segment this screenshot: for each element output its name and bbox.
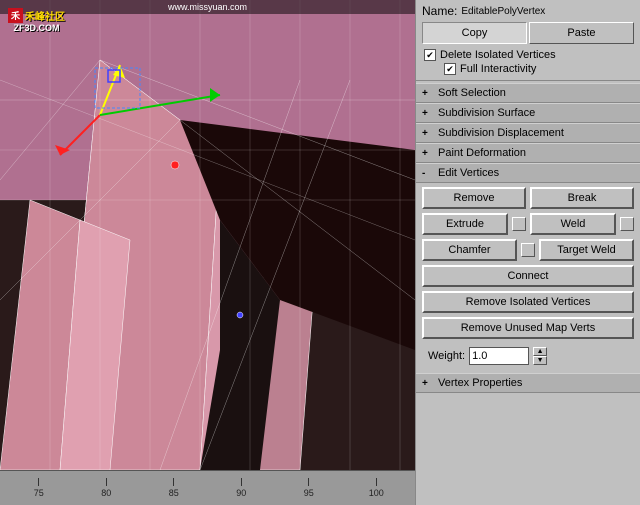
name-value: EditablePolyVertex <box>461 6 545 17</box>
full-interactivity-label: Full Interactivity <box>460 63 536 75</box>
delete-isolated-checkbox[interactable]: ✔ <box>424 49 436 61</box>
edit-vertices-section: Remove Break Extrude Weld Chamfer Target… <box>416 183 640 373</box>
subdivision-surface-title: Subdivision Surface <box>438 107 535 119</box>
paint-deformation-header[interactable]: + Paint Deformation <box>416 143 640 163</box>
edit-vertices-header[interactable]: - Edit Vertices <box>416 163 640 183</box>
weld-button[interactable]: Weld <box>530 213 616 235</box>
weight-label: Weight: <box>428 350 465 362</box>
soft-selection-title: Soft Selection <box>438 87 506 99</box>
subdivision-surface-toggle: + <box>422 108 432 119</box>
ruler-tick-90: 90 <box>208 478 276 498</box>
soft-selection-toggle: + <box>422 88 432 99</box>
remove-unused-button[interactable]: Remove Unused Map Verts <box>422 317 634 339</box>
paint-deformation-toggle: + <box>422 148 432 159</box>
weight-up-button[interactable]: ▲ <box>533 347 547 356</box>
full-interactivity-row: ✔ Full Interactivity <box>424 62 632 76</box>
full-interactivity-checkbox[interactable]: ✔ <box>444 63 456 75</box>
target-weld-button[interactable]: Target Weld <box>539 239 634 261</box>
subdivision-displacement-header[interactable]: + Subdivision Displacement <box>416 123 640 143</box>
chamfer-settings-button[interactable] <box>521 243 535 257</box>
ruler-tick-100: 100 <box>343 478 411 498</box>
chamfer-button[interactable]: Chamfer <box>422 239 517 261</box>
connect-button[interactable]: Connect <box>422 265 634 287</box>
soft-selection-header[interactable]: + Soft Selection <box>416 83 640 103</box>
ruler-tick-85: 85 <box>140 478 208 498</box>
logo-sub: ZF3D.COM <box>14 23 60 33</box>
delete-isolated-row: ✔ Delete Isolated Vertices <box>424 48 632 62</box>
weight-down-button[interactable]: ▼ <box>533 356 547 365</box>
chamfer-targetweld-row: Chamfer Target Weld <box>422 239 634 261</box>
subdivision-displacement-title: Subdivision Displacement <box>438 127 564 139</box>
extrude-weld-row: Extrude Weld <box>422 213 634 235</box>
viewport[interactable]: www.missyuan.com 禾 禾峰社区 ZF3D.COM <box>0 0 415 505</box>
subdivision-displacement-toggle: + <box>422 128 432 139</box>
ruler: 75 80 85 90 95 <box>0 470 415 505</box>
remove-button[interactable]: Remove <box>422 187 526 209</box>
delete-isolated-label: Delete Isolated Vertices <box>440 49 556 61</box>
weight-input[interactable] <box>469 347 529 365</box>
vertex-properties-header[interactable]: + Vertex Properties <box>416 373 640 393</box>
ruler-tick-80: 80 <box>73 478 141 498</box>
right-panel: Name: EditablePolyVertex Copy Paste ✔ De… <box>415 0 640 505</box>
vertex-properties-toggle: + <box>422 378 432 389</box>
logo-main: 禾峰社区 <box>25 8 65 23</box>
name-row: Name: EditablePolyVertex <box>416 0 640 20</box>
break-button[interactable]: Break <box>530 187 634 209</box>
copy-button[interactable]: Copy <box>422 22 527 44</box>
copy-paste-row: Copy Paste <box>416 20 640 46</box>
extrude-button[interactable]: Extrude <box>422 213 508 235</box>
subdivision-surface-header[interactable]: + Subdivision Surface <box>416 103 640 123</box>
weld-settings-button[interactable] <box>620 217 634 231</box>
edit-vertices-toggle: - <box>422 168 432 179</box>
vertex-properties-title: Vertex Properties <box>438 377 522 389</box>
edit-vertices-title: Edit Vertices <box>438 167 499 179</box>
remove-isolated-button[interactable]: Remove Isolated Vertices <box>422 291 634 313</box>
remove-break-row: Remove Break <box>422 187 634 209</box>
weight-spinner: ▲ ▼ <box>533 347 547 365</box>
extrude-settings-button[interactable] <box>512 217 526 231</box>
logo: 禾 禾峰社区 ZF3D.COM <box>8 8 65 33</box>
name-label: Name: <box>422 4 457 18</box>
paint-deformation-title: Paint Deformation <box>438 147 526 159</box>
ruler-tick-75: 75 <box>5 478 73 498</box>
checkboxes-section: ✔ Delete Isolated Vertices ✔ Full Intera… <box>416 46 640 78</box>
ruler-tick-95: 95 <box>275 478 343 498</box>
viewport-geometry <box>0 0 415 470</box>
paste-button[interactable]: Paste <box>529 22 634 44</box>
weight-row: Weight: ▲ ▼ <box>422 343 634 369</box>
